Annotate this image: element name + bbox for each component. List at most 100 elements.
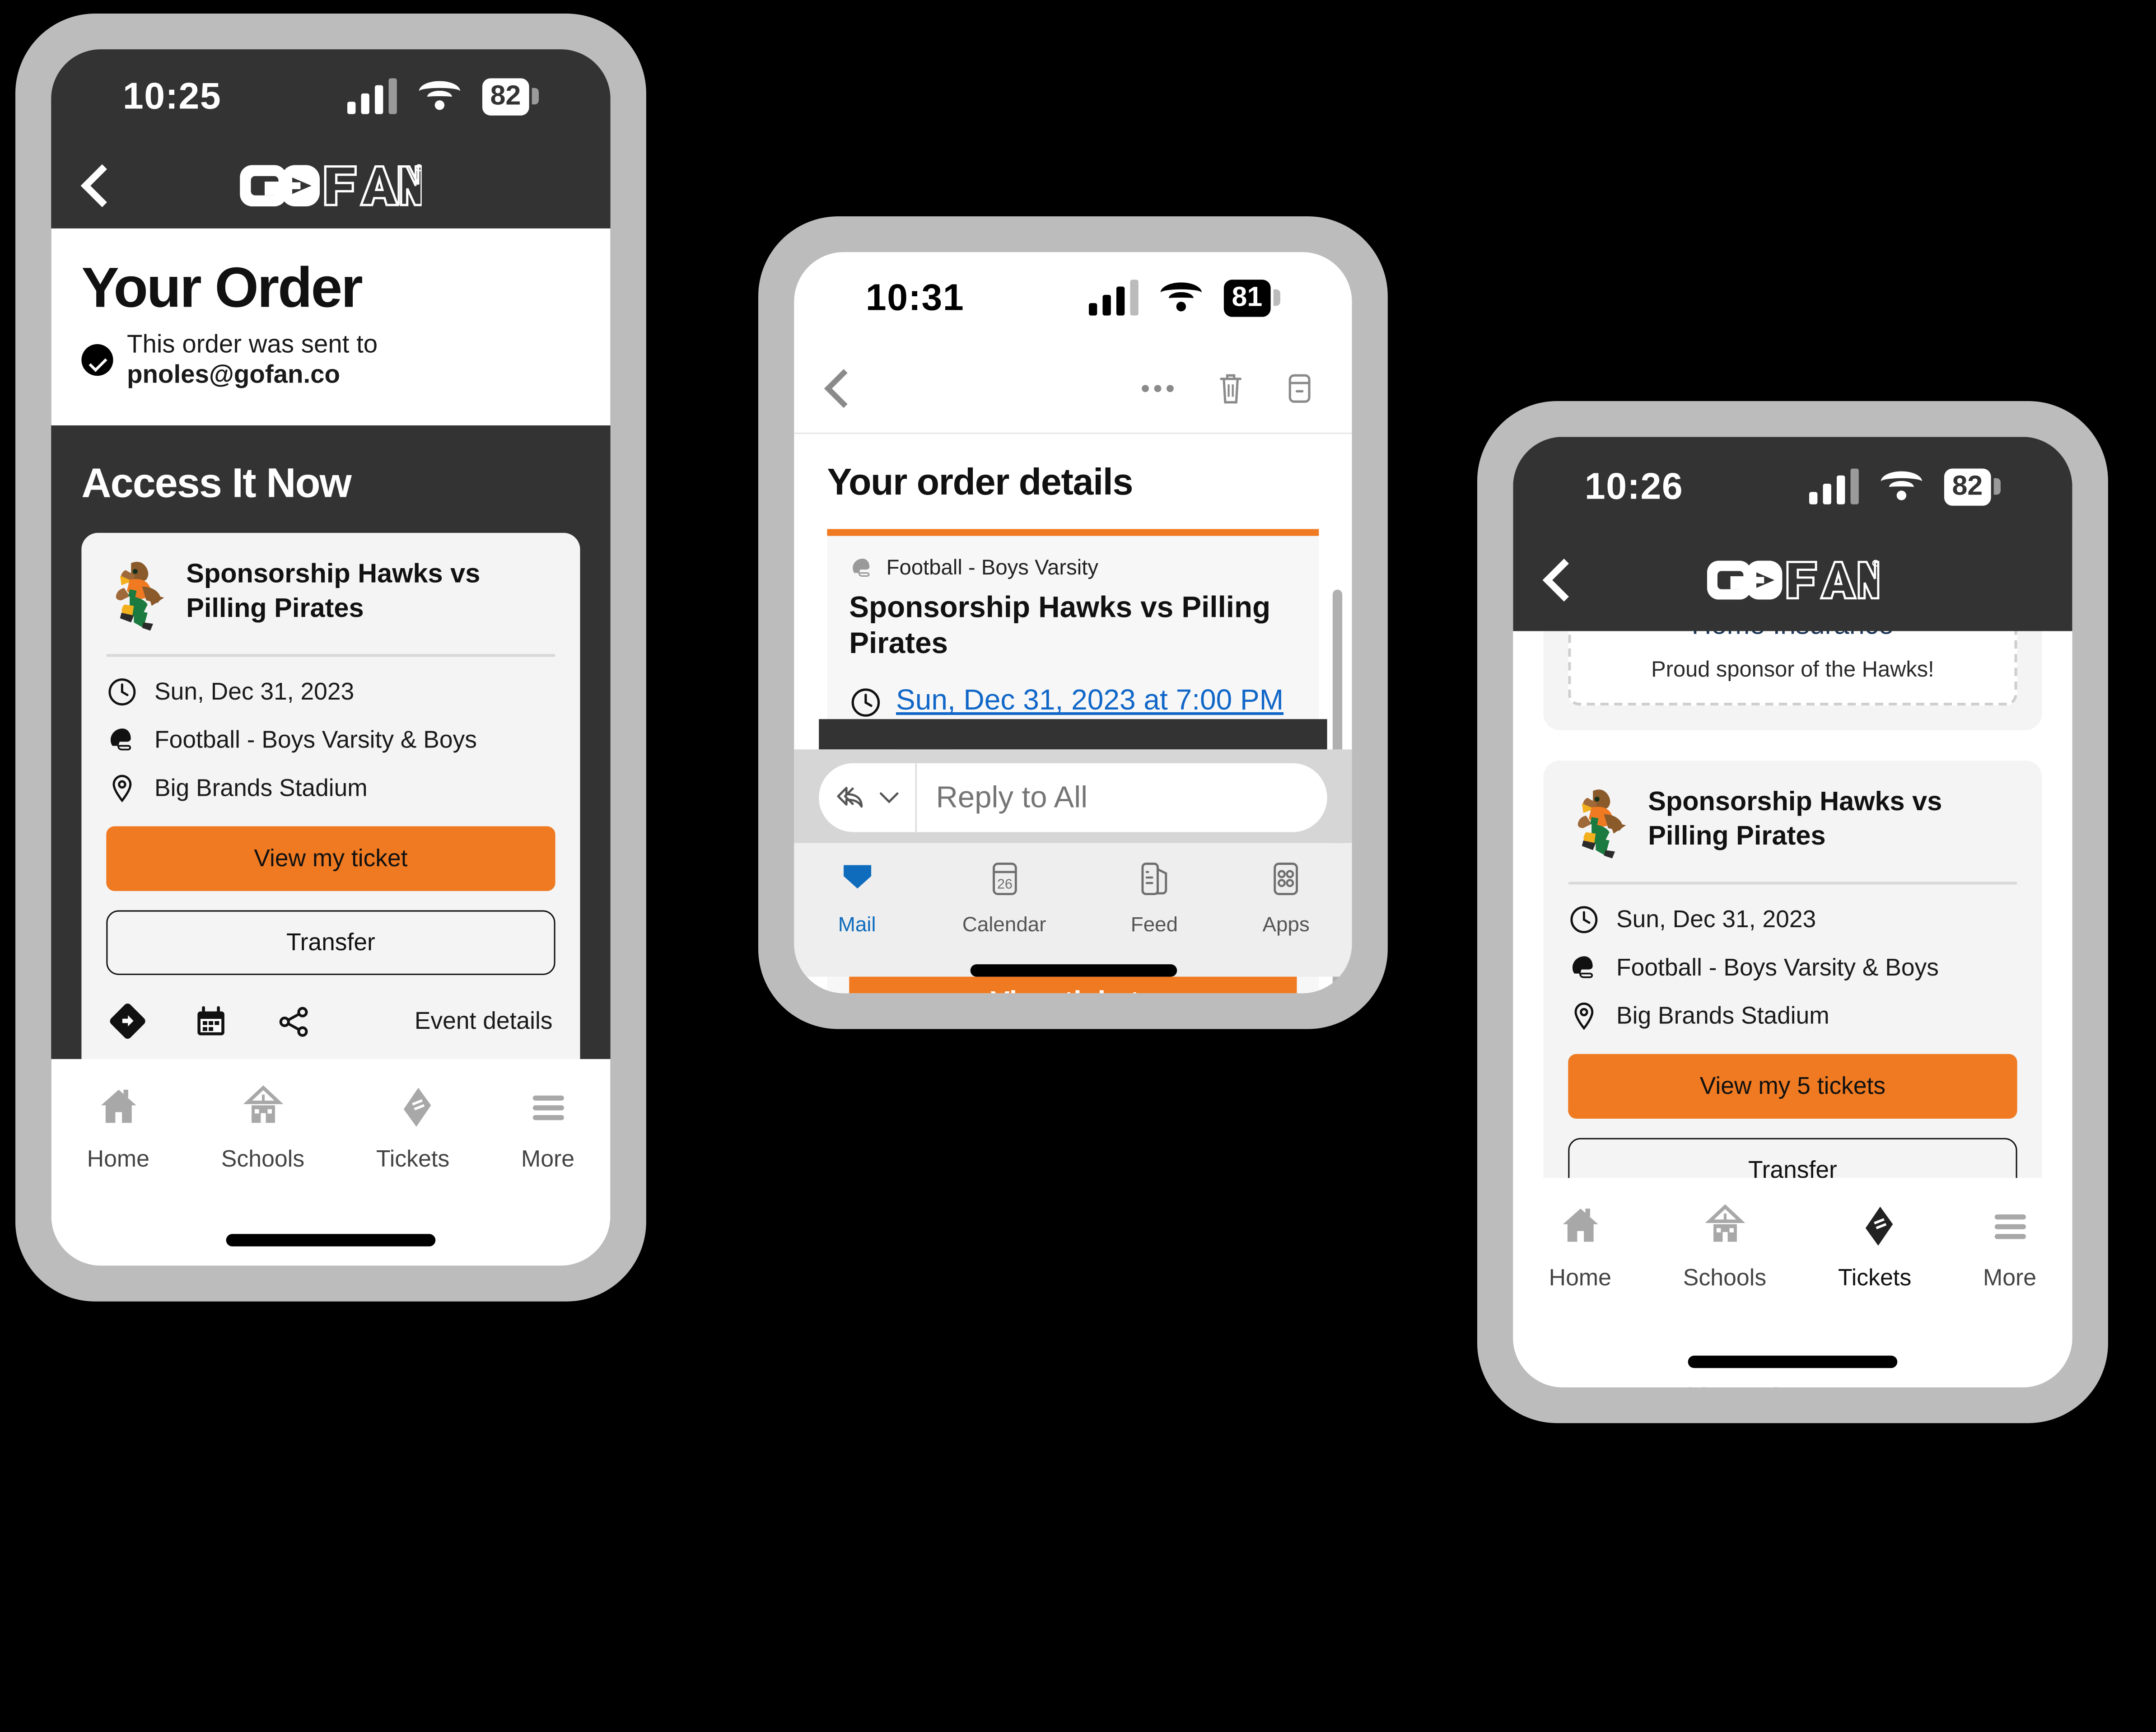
ad-tagline: Proud sponsor of the Hawks! <box>1651 658 1934 682</box>
sidebar-item-schools[interactable]: Schools <box>1683 1203 1766 1292</box>
share-icon[interactable] <box>275 1004 311 1039</box>
tab-label: Home <box>1549 1265 1611 1291</box>
football-helmet-icon <box>853 559 870 577</box>
home-icon <box>100 1089 136 1123</box>
reply-bar-container <box>794 749 1352 843</box>
bottom-tab-bar: Home Schools Tickets More <box>51 1059 611 1266</box>
sidebar-item-home[interactable]: Home <box>87 1084 149 1173</box>
event-sport-row: Football - Boys Varsity & Boys <box>1568 952 2017 984</box>
tab-apps[interactable]: Apps <box>1262 859 1310 937</box>
clock-icon <box>1570 906 1598 934</box>
event-title: Sponsorship Hawks vs Pilling Pirates <box>186 559 481 625</box>
cellular-signal-icon <box>347 78 397 114</box>
battery-icon: 82 <box>1944 467 2001 505</box>
battery-level: 82 <box>482 77 529 115</box>
clock-icon <box>851 689 880 718</box>
hawk-mascot-icon <box>1568 785 1629 860</box>
tab-mail[interactable]: Mail <box>836 859 878 937</box>
phone-frame-gofan-order: 10:25 82 Your Order This order was sent … <box>15 14 646 1302</box>
status-bar: 10:31 81 <box>794 252 1352 343</box>
tab-feed[interactable]: Feed <box>1131 859 1178 937</box>
phone3-top-chrome: 10:26 82 <box>1513 437 2072 631</box>
email-sport-row: Football - Boys Varsity <box>849 555 1297 581</box>
sidebar-item-tickets[interactable]: Tickets <box>1838 1203 1911 1292</box>
back-icon[interactable] <box>80 164 124 207</box>
view-my-tickets-button[interactable]: View my 5 tickets <box>1568 1054 2017 1119</box>
status-time: 10:26 <box>1584 465 1684 507</box>
directions-icon[interactable] <box>109 1003 146 1040</box>
confirmation-email: pnoles@gofan.co <box>127 359 341 388</box>
tab-calendar[interactable]: 26 Calendar <box>962 859 1046 937</box>
phone3-screen: 10:26 82 Proud sponsor of the Hawks! Spo… <box>1513 437 2072 1387</box>
hamburger-icon <box>1994 1214 2025 1239</box>
school-icon <box>1704 1204 1745 1242</box>
chevron-down-icon <box>880 792 899 803</box>
reply-input[interactable] <box>916 780 1327 816</box>
app-nav-bar <box>1513 536 2072 624</box>
cellular-signal-icon <box>1809 468 1859 504</box>
event-venue: Big Brands Stadium <box>154 774 368 802</box>
gofan-logo <box>1706 558 1880 602</box>
confirmation-text: This order was sent to <box>127 329 378 358</box>
event-sport-row: Football - Boys Varsity & Boys <box>106 724 555 756</box>
tab-label: Mail <box>838 913 876 937</box>
home-indicator <box>970 964 1176 977</box>
ticket-icon <box>403 1088 431 1127</box>
event-meta: Sun, Dec 31, 2023 Football - Boys Varsit… <box>106 657 555 826</box>
wifi-icon <box>1160 282 1202 313</box>
email-sport: Football - Boys Varsity <box>886 556 1099 579</box>
bottom-tab-bar: Home Schools Tickets More <box>1513 1178 2072 1387</box>
event-date-row: Sun, Dec 31, 2023 <box>106 676 555 708</box>
event-card-header: Sponsorship Hawks vs Pilling Pirates <box>106 558 555 654</box>
status-bar: 10:26 82 <box>1513 437 2072 536</box>
battery-icon: 82 <box>482 77 539 115</box>
archive-icon[interactable] <box>1283 370 1316 406</box>
screenshot-canvas: 10:25 82 Your Order This order was sent … <box>0 0 2156 1732</box>
home-indicator <box>1688 1355 1898 1368</box>
gofan-logo <box>240 162 422 209</box>
card-action-icons: Event details <box>106 975 555 1062</box>
tab-label: Home <box>87 1146 149 1172</box>
tab-label: Schools <box>221 1146 305 1172</box>
order-header: Your Order This order was sent to pnoles… <box>51 228 611 426</box>
event-details-link[interactable]: Event details <box>415 1007 553 1036</box>
back-icon[interactable] <box>1542 559 1586 602</box>
battery-level: 81 <box>1223 279 1271 317</box>
event-card-header: Sponsorship Hawks vs Pilling Pirates <box>1568 785 2017 882</box>
app-nav-bar <box>51 143 610 229</box>
status-time: 10:31 <box>865 276 965 318</box>
reply-all-icon <box>837 787 863 808</box>
sidebar-item-schools[interactable]: Schools <box>221 1084 304 1173</box>
reply-all-button[interactable] <box>819 763 917 832</box>
battery-level: 82 <box>1944 467 1991 505</box>
black-strip <box>819 719 1327 750</box>
email-subject: Your order details <box>827 461 1134 503</box>
sidebar-item-home[interactable]: Home <box>1549 1203 1611 1292</box>
tab-label: Tickets <box>1838 1265 1912 1291</box>
calendar-icon[interactable] <box>193 1004 229 1039</box>
school-icon <box>243 1085 283 1123</box>
view-my-ticket-button[interactable]: View my ticket <box>106 826 555 891</box>
sidebar-item-tickets[interactable]: Tickets <box>376 1084 449 1173</box>
tab-label: Calendar <box>962 913 1046 937</box>
football-helmet-icon <box>110 728 131 751</box>
reply-bar[interactable] <box>819 763 1327 832</box>
phone-frame-gofan-tickets: 10:26 82 Proud sponsor of the Hawks! Spo… <box>1477 401 2108 1424</box>
sidebar-item-more[interactable]: More <box>521 1084 574 1173</box>
phone2-screen: 10:31 81 Your order details Football - B… <box>794 252 1352 994</box>
ellipsis-icon[interactable] <box>1140 381 1176 395</box>
location-pin-icon <box>1574 1002 1594 1030</box>
section-title: Access It Now <box>81 461 351 507</box>
sidebar-item-more[interactable]: More <box>1983 1203 2036 1292</box>
page-title: Your Order <box>81 256 363 320</box>
battery-icon: 81 <box>1223 279 1280 317</box>
tab-label: Apps <box>1262 913 1310 937</box>
event-date: Sun, Dec 31, 2023 <box>154 677 355 705</box>
tab-label: Feed <box>1130 913 1178 937</box>
hawk-mascot-icon <box>106 558 167 632</box>
trash-icon[interactable] <box>1214 370 1247 406</box>
cellular-signal-icon <box>1088 280 1139 316</box>
transfer-button[interactable]: Transfer <box>106 910 555 976</box>
back-icon[interactable] <box>824 368 863 407</box>
status-bar: 10:25 82 <box>51 49 610 143</box>
